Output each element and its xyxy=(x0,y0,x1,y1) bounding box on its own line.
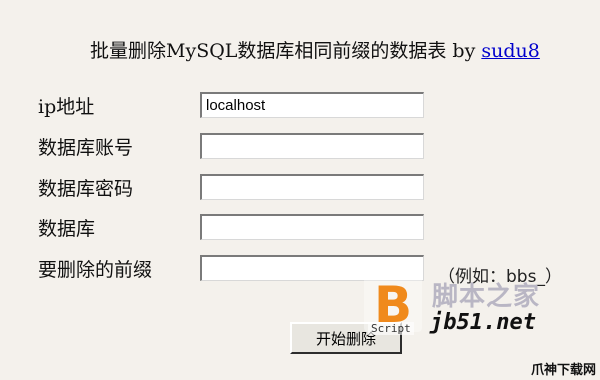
author-link[interactable]: sudu8 xyxy=(481,40,539,62)
prefix-input[interactable] xyxy=(200,255,424,281)
db-password-input[interactable] xyxy=(200,174,424,200)
watermark-site-url: jb51.net xyxy=(430,310,536,335)
watermark-site-name: 脚本之家 xyxy=(432,282,541,312)
ip-address-input[interactable] xyxy=(200,92,424,118)
prefix-label: 要删除的前缀 xyxy=(38,259,153,281)
db-account-input[interactable] xyxy=(200,133,424,159)
page-title: 批量删除MySQL数据库相同前缀的数据表 by sudu8 xyxy=(90,36,540,63)
by-text: by xyxy=(452,40,476,62)
page-title-text: 批量删除MySQL数据库相同前缀的数据表 xyxy=(90,40,447,62)
ip-address-label: ip地址 xyxy=(38,96,95,118)
database-label: 数据库 xyxy=(38,218,96,240)
db-account-label: 数据库账号 xyxy=(38,137,134,159)
watermark-corner-text: 爪神下载网 xyxy=(530,363,596,378)
database-input[interactable] xyxy=(200,214,424,240)
watermark-script-text: Script xyxy=(368,322,414,335)
db-password-label: 数据库密码 xyxy=(38,178,134,200)
